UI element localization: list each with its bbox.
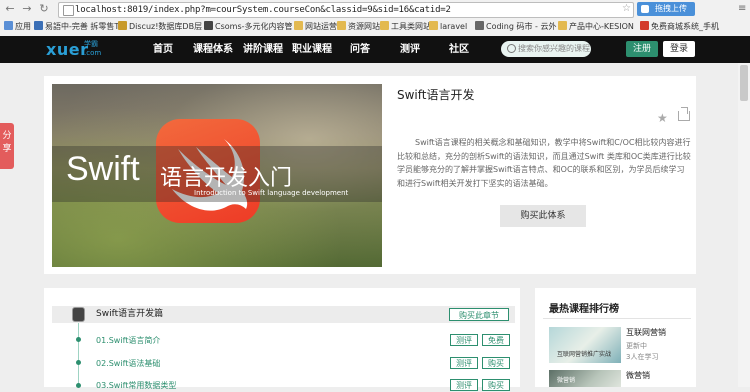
bookmark-item[interactable]: 应用 xyxy=(4,20,31,34)
bookmarks-bar: 应用 易語中-完善 拆零售T Discuz!数据库DB层 - Csoms-多元化… xyxy=(0,19,750,36)
timeline-dot xyxy=(76,360,81,365)
chapter-header: Swift语言开发篇 xyxy=(52,306,515,323)
banner-english: Introduction to Swift language developme… xyxy=(194,189,349,197)
banner-title: Swift xyxy=(66,150,140,188)
course-banner: Swift 语言开发入门 Introduction to Swift langu… xyxy=(52,84,382,267)
search-icon xyxy=(507,44,516,53)
bookmark-favicon xyxy=(118,21,127,30)
bookmark-favicon xyxy=(640,21,649,30)
buy-lesson-button[interactable]: 购买 xyxy=(482,379,510,391)
bookmark-folder[interactable]: 工具类网站 xyxy=(380,20,431,34)
ranking-title: 最热课程排行榜 xyxy=(549,304,619,315)
site-header: xuer 学霸 .com 首页 课程体系 讲阶课程 职业课程 问答 测评 社区 … xyxy=(0,36,750,63)
nav-career-courses[interactable]: 职业课程 xyxy=(292,36,332,63)
bookmark-favicon xyxy=(475,21,484,30)
bookmark-star-icon[interactable]: ☆ xyxy=(622,3,631,14)
course-description: Swift语言课程的相关概念和基础知识，教学中将Swift和C/OC相比较内容进… xyxy=(397,138,691,188)
chapter-book-icon xyxy=(72,307,85,322)
evaluate-button[interactable]: 测评 xyxy=(450,334,478,346)
evaluate-button[interactable]: 测评 xyxy=(450,379,478,391)
bookmark-folder[interactable]: 产品中心-KESION xyxy=(558,20,634,34)
lesson-link[interactable]: 01.Swift语言简介 xyxy=(96,335,160,346)
ranking-course-name[interactable]: 微营销 xyxy=(626,370,650,381)
course-title: Swift语言开发 xyxy=(397,88,475,102)
reload-icon[interactable]: ↻ xyxy=(37,2,51,16)
nav-evaluation[interactable]: 测评 xyxy=(400,36,420,63)
folder-icon xyxy=(337,21,346,30)
bookmark-folder[interactable]: 资源网站 xyxy=(337,20,380,34)
chapter-title: Swift语言开发篇 xyxy=(96,309,164,319)
logo-cn: 学霸 xyxy=(84,40,98,48)
bookmark-folder[interactable]: laravel xyxy=(429,20,467,34)
folder-icon xyxy=(380,21,389,30)
share-icon[interactable] xyxy=(678,111,690,121)
course-thumbnail[interactable]: 互联网营销推广实战 xyxy=(549,327,621,363)
buy-lesson-button[interactable]: 购买 xyxy=(482,357,510,369)
favorite-star-icon[interactable]: ★ xyxy=(657,111,668,125)
register-button[interactable]: 注册 xyxy=(626,41,658,57)
search-placeholder: 搜索你感兴趣的课程 xyxy=(518,44,590,53)
browser-nav-row: ← → ↻ localhost:8019/index.php?m=courSys… xyxy=(0,0,750,19)
share-tab[interactable]: 分享 xyxy=(0,123,14,169)
timeline-line xyxy=(78,323,79,387)
back-icon[interactable]: ← xyxy=(3,2,17,16)
cloud-icon xyxy=(641,5,649,13)
upload-button[interactable]: 拖拽上传 xyxy=(637,2,695,16)
banner-subtitle: 语言开发入门 xyxy=(160,166,293,191)
bookmark-item[interactable]: Coding 码市 - 云外 xyxy=(475,20,556,34)
free-button[interactable]: 免费 xyxy=(482,334,510,346)
apps-icon xyxy=(4,21,13,30)
nav-course-system[interactable]: 课程体系 xyxy=(193,36,233,63)
scrollbar-thumb[interactable] xyxy=(740,65,748,101)
nav-qa[interactable]: 问答 xyxy=(350,36,370,63)
bookmark-folder[interactable]: 网站运营 xyxy=(294,20,337,34)
bookmark-favicon xyxy=(34,21,43,30)
buy-system-button[interactable]: 购买此体系 xyxy=(500,205,586,227)
bookmark-item[interactable]: Csoms-多元化内容管 xyxy=(204,20,293,34)
timeline-dot xyxy=(76,337,81,342)
bookmark-favicon xyxy=(204,21,213,30)
ranking-course-learners: 3人在学习 xyxy=(626,353,659,361)
bookmark-item[interactable]: 易語中-完善 拆零售T xyxy=(34,20,119,34)
buy-chapter-button[interactable]: 购买此章节 xyxy=(449,308,509,321)
lesson-link[interactable]: 03.Swift常用数据类型 xyxy=(96,380,176,391)
page-scrollbar[interactable] xyxy=(738,63,750,387)
logo-com: .com xyxy=(84,49,102,57)
address-bar[interactable]: localhost:8019/index.php?m=courSystem.co… xyxy=(58,2,634,18)
nav-home[interactable]: 首页 xyxy=(153,36,173,63)
search-input[interactable]: 搜索你感兴趣的课程 xyxy=(501,41,591,57)
forward-icon[interactable]: → xyxy=(20,2,34,16)
course-thumbnail[interactable]: 微营销 xyxy=(549,370,621,387)
nav-advanced-courses[interactable]: 讲阶课程 xyxy=(243,36,283,63)
ranking-divider xyxy=(543,318,691,319)
lesson-link[interactable]: 02.Swift语法基础 xyxy=(96,358,160,369)
login-button[interactable]: 登录 xyxy=(663,41,695,57)
timeline-dot xyxy=(76,383,81,388)
evaluate-button[interactable]: 测评 xyxy=(450,357,478,369)
folder-icon xyxy=(558,21,567,30)
folder-icon xyxy=(429,21,438,30)
site-logo[interactable]: xuer xyxy=(46,36,88,63)
address-text[interactable]: localhost:8019/index.php?m=courSystem.co… xyxy=(75,3,451,17)
bookmark-item[interactable]: 免费商城系统_手机 xyxy=(640,20,719,34)
browser-menu-icon[interactable]: ≡ xyxy=(738,3,746,14)
nav-community[interactable]: 社区 xyxy=(449,36,469,63)
folder-icon xyxy=(294,21,303,30)
bookmark-item[interactable]: Discuz!数据库DB层 - xyxy=(118,20,208,34)
browser-chrome: ← → ↻ localhost:8019/index.php?m=courSys… xyxy=(0,0,750,37)
ranking-course-status: 更新中 xyxy=(626,342,647,350)
upload-label: 拖拽上传 xyxy=(655,4,687,13)
ranking-course-name[interactable]: 互联网营销 xyxy=(626,327,666,338)
page-icon xyxy=(63,5,74,16)
